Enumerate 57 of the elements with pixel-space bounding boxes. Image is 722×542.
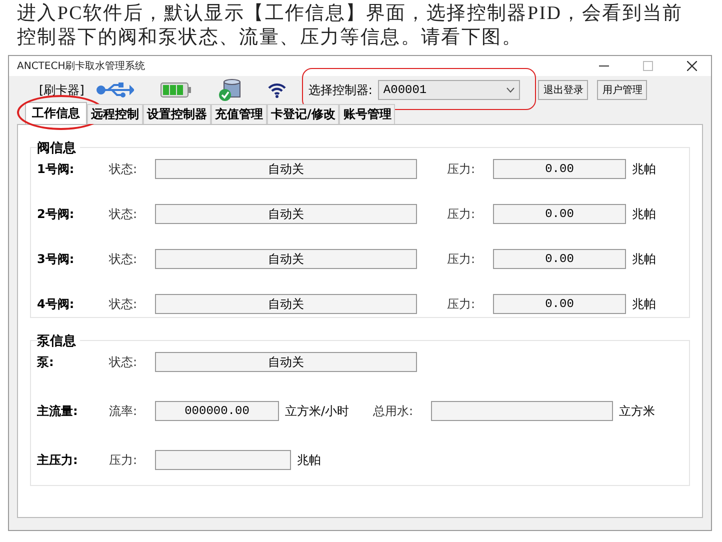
unit-label: 兆帕	[297, 452, 321, 468]
tab[interactable]: 远程控制	[87, 104, 143, 124]
field-label: 状态:	[109, 354, 138, 370]
battery-icon	[160, 82, 192, 98]
readout-field: 自动关	[155, 294, 417, 314]
toolbar-button[interactable]: 退出登录	[538, 80, 588, 100]
field-label: 压力:	[109, 452, 138, 468]
field-label: 流率:	[109, 402, 138, 420]
unit-label: 兆帕	[632, 296, 656, 312]
tab[interactable]: 账号管理	[339, 104, 396, 124]
field-label: 压力:	[447, 160, 476, 178]
readout-field: 000000.00	[155, 401, 279, 421]
row-label: 2号阀:	[37, 206, 76, 222]
unit-label: 兆帕	[632, 250, 656, 268]
field-label: 状态:	[109, 296, 138, 312]
tab[interactable]: 卡登记/修改	[267, 104, 340, 124]
field-label: 状态:	[109, 160, 138, 178]
field-label: 压力:	[447, 206, 476, 222]
readout-field: 0.00	[493, 249, 626, 269]
controller-dropdown[interactable]: A00001	[378, 80, 520, 100]
wifi-icon	[268, 82, 286, 98]
readout-field: 自动关	[155, 204, 417, 224]
readout-field: 0.00	[493, 159, 626, 179]
tab[interactable]: 工作信息	[25, 102, 87, 124]
unit-label: 立方米/小时	[285, 402, 350, 420]
row-label: 1号阀:	[37, 160, 76, 178]
group-title: 阀信息	[37, 139, 80, 157]
row-label: 4号阀:	[37, 296, 76, 312]
row-label: 主压力:	[37, 452, 79, 468]
readout-field: 自动关	[155, 352, 417, 372]
device-check-icon	[218, 79, 242, 101]
readout-field: 自动关	[155, 249, 417, 269]
row-label: 主流量:	[37, 402, 79, 420]
field-label: 压力:	[447, 250, 476, 268]
controller-label: 选择控制器:	[308, 82, 372, 98]
caption-text: 进入PC软件后，默认显示【工作信息】界面，选择控制器PID，会看到当前控制器下的阀和泵状态、流量、压力等信息。请看下图。	[17, 2, 684, 50]
usb-icon	[96, 82, 134, 98]
close-icon[interactable]	[687, 61, 697, 71]
tab[interactable]: 设置控制器	[143, 104, 211, 124]
field-label: 压力:	[447, 296, 476, 312]
reader-label: [刷卡器]	[39, 82, 84, 98]
row-label: 泵:	[37, 354, 55, 370]
unit-label: 兆帕	[632, 160, 656, 178]
field-label: 总用水:	[373, 402, 414, 420]
unit-label: 立方米	[619, 402, 656, 420]
row-label: 3号阀:	[37, 250, 76, 268]
unit-label: 兆帕	[632, 206, 656, 222]
readout-field: 自动关	[155, 159, 417, 179]
readout-field: 0.00	[493, 204, 626, 224]
field-label: 状态:	[109, 250, 138, 268]
caret-icon	[506, 87, 516, 93]
group-title: 泵信息	[37, 332, 80, 350]
readout-field: 0.00	[493, 294, 626, 314]
toolbar-button[interactable]: 用户管理	[597, 80, 648, 100]
window-title: ANCTECH刷卡取水管理系统	[17, 60, 146, 73]
field-label: 状态:	[109, 206, 138, 222]
tab[interactable]: 充值管理	[211, 104, 267, 124]
